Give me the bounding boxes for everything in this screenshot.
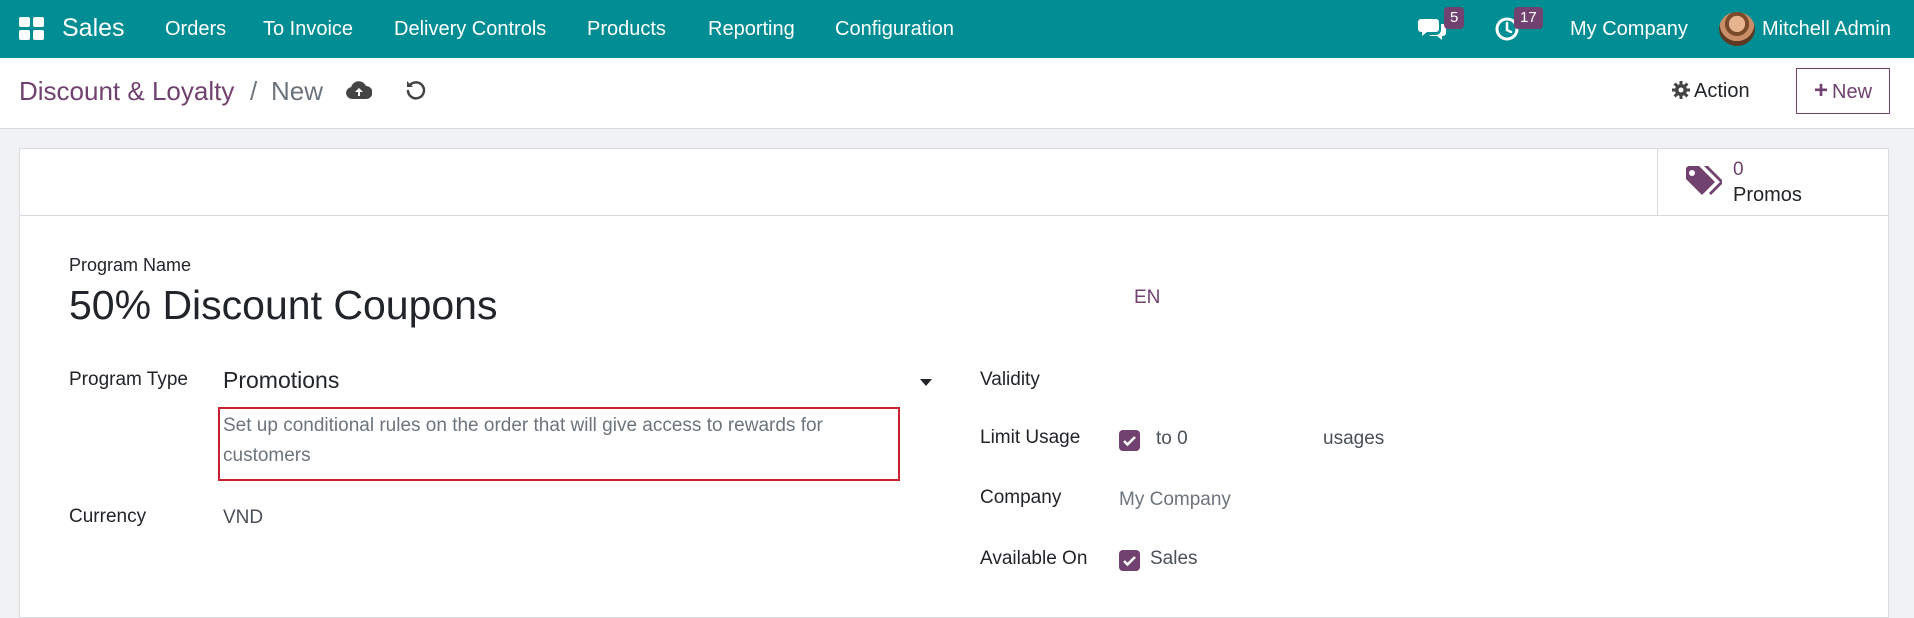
checkmark-icon [1123, 556, 1136, 567]
user-avatar[interactable] [1719, 12, 1755, 46]
messages-button[interactable] [1418, 17, 1446, 46]
control-panel: Discount & Loyalty / New Action + New [0, 58, 1914, 129]
available-on-label: Available On [980, 548, 1088, 569]
main-navbar: Sales Orders To Invoice Delivery Control… [0, 0, 1914, 58]
program-name-label: Program Name [69, 255, 192, 275]
messages-count-badge: 5 [1444, 7, 1465, 29]
plus-icon: + [1813, 77, 1828, 104]
apps-grid-icon[interactable] [19, 17, 44, 41]
breadcrumb-current: New [271, 76, 324, 106]
nav-item-orders[interactable]: Orders [165, 18, 226, 41]
new-record-button[interactable]: + New [1796, 68, 1890, 114]
chat-bubbles-icon [1418, 19, 1446, 40]
nav-item-reporting[interactable]: Reporting [708, 18, 795, 41]
max-usage-input[interactable]: to 0 [1156, 428, 1188, 450]
nav-item-to-invoice[interactable]: To Invoice [263, 18, 353, 41]
action-menu-button[interactable]: Action [1672, 80, 1750, 103]
user-menu[interactable]: Mitchell Admin [1762, 18, 1891, 41]
nav-item-products[interactable]: Products [587, 18, 666, 41]
checkmark-icon [1123, 436, 1136, 447]
program-name-input[interactable]: 50% Discount Coupons [69, 282, 497, 329]
limit-usage-checkbox[interactable] [1119, 430, 1140, 451]
action-label: Action [1694, 80, 1750, 102]
new-label: New [1832, 81, 1873, 103]
validity-label: Validity [980, 369, 1040, 390]
translate-button[interactable]: EN [1134, 287, 1160, 309]
promos-label: Promos [1733, 184, 1802, 206]
currency-value: VND [223, 507, 264, 528]
cloud-upload-icon [346, 81, 373, 99]
promos-smart-button[interactable]: 0 Promos [1657, 149, 1889, 215]
program-type-select[interactable]: Promotions [223, 367, 339, 394]
company-switcher[interactable]: My Company [1570, 18, 1688, 41]
company-field[interactable]: My Company [1119, 489, 1231, 511]
tags-icon [1686, 166, 1722, 195]
chevron-down-icon[interactable] [920, 379, 932, 386]
usages-label: usages [1323, 428, 1385, 449]
available-on-sales-checkbox[interactable] [1119, 550, 1140, 571]
promos-count: 0 [1733, 159, 1744, 180]
nav-item-delivery-controls[interactable]: Delivery Controls [394, 18, 546, 41]
activities-count-badge: 17 [1514, 7, 1543, 29]
breadcrumb-root[interactable]: Discount & Loyalty [19, 76, 234, 107]
form-sheet: 0 Promos Program Name 50% Discount Coupo… [19, 148, 1889, 618]
breadcrumb-separator: / [250, 76, 258, 106]
company-label: Company [980, 487, 1062, 508]
save-button[interactable] [346, 80, 373, 105]
discard-button[interactable] [405, 79, 427, 106]
limit-usage-label: Limit Usage [980, 427, 1081, 448]
app-name[interactable]: Sales [62, 14, 125, 43]
program-type-help: Set up conditional rules on the order th… [223, 415, 823, 466]
program-type-label: Program Type [69, 369, 188, 390]
gear-icon [1672, 81, 1690, 99]
available-on-sales-label: Sales [1150, 548, 1198, 569]
smart-button-box: 0 Promos [20, 149, 1888, 216]
nav-item-configuration[interactable]: Configuration [835, 18, 954, 41]
undo-icon [406, 81, 426, 100]
currency-label: Currency [69, 506, 147, 527]
